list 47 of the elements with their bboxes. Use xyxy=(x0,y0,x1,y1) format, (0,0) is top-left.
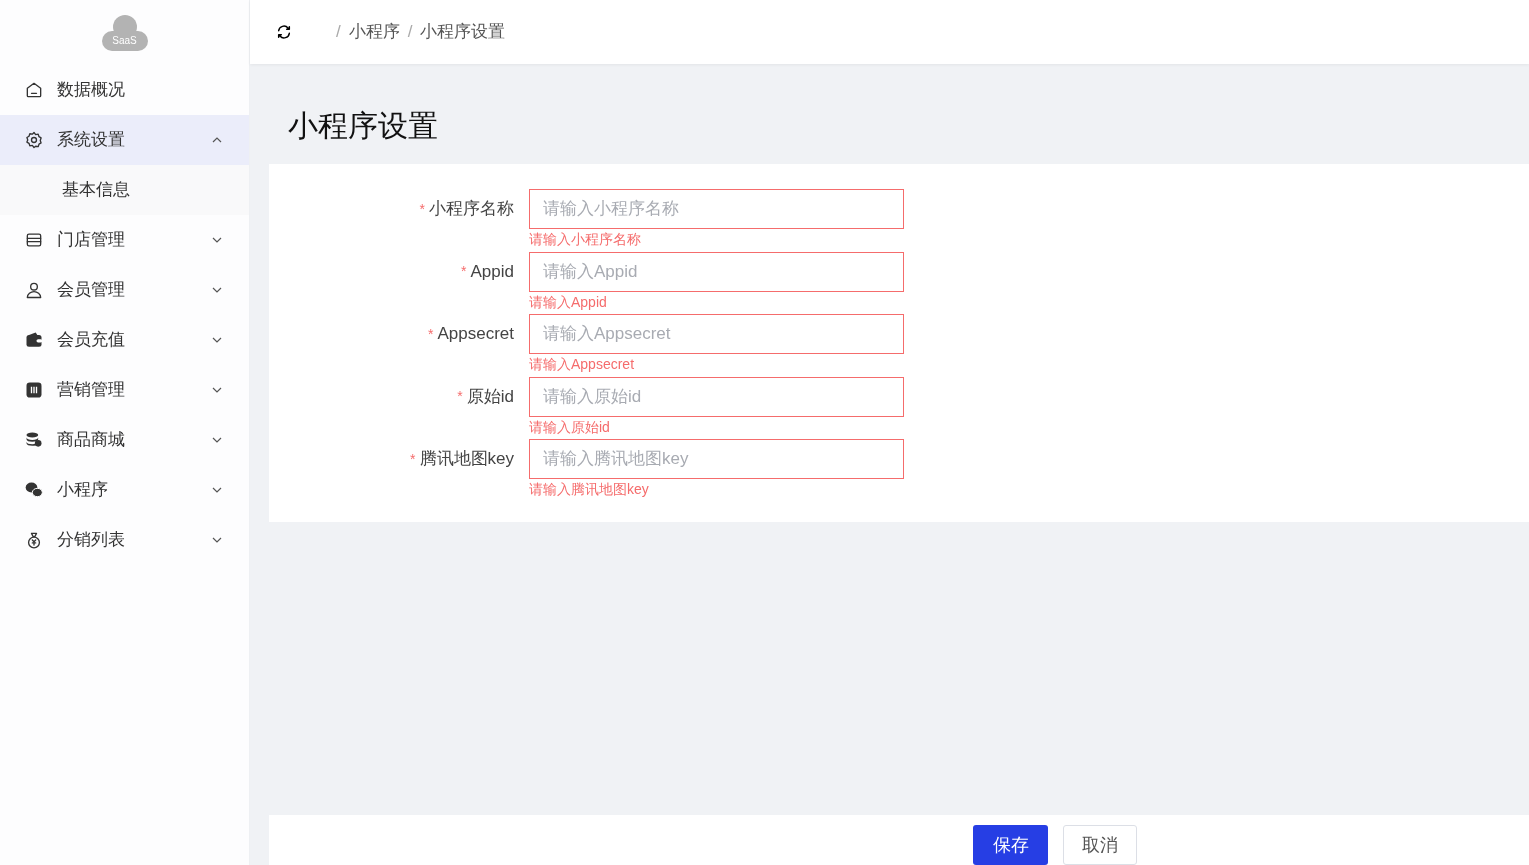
page-title: 小程序设置 xyxy=(288,108,439,144)
cloud-logo-icon xyxy=(100,14,149,51)
breadcrumb-item[interactable]: 小程序 xyxy=(348,19,400,45)
submenu-item[interactable]: 基本信息 xyxy=(0,165,249,215)
input-field[interactable]: 请输入Appsecret xyxy=(529,314,904,354)
coins-icon xyxy=(24,430,44,450)
error-message: 请输入腾讯地图key xyxy=(529,480,650,499)
settings-icon xyxy=(24,130,44,150)
required-asterisk: * xyxy=(461,262,467,281)
save-button[interactable]: 保存 xyxy=(973,825,1048,865)
user-icon xyxy=(24,280,44,300)
required-asterisk: * xyxy=(419,199,425,219)
input-field[interactable]: 请输入Appid xyxy=(529,251,904,292)
menu-item[interactable]: 营销管理 xyxy=(0,365,249,415)
breadcrumb-separator: / xyxy=(407,21,413,44)
menu-item[interactable]: 小程序 xyxy=(0,465,249,515)
required-asterisk: * xyxy=(410,449,416,469)
menu-item[interactable]: 会员充值 xyxy=(0,315,249,365)
refresh-icon[interactable] xyxy=(276,24,292,40)
input-field[interactable]: 请输入原始id xyxy=(529,376,904,417)
menu-item[interactable]: 门店管理 xyxy=(0,215,249,265)
menu-item[interactable]: 会员管理 xyxy=(0,265,249,315)
field-label: 小程序名称 xyxy=(429,198,514,221)
field-label: 腾讯地图key xyxy=(419,448,514,471)
menu-item[interactable]: 商品商城 xyxy=(0,415,249,465)
input-field[interactable]: 请输入腾讯地图key xyxy=(529,439,904,479)
home-icon xyxy=(24,80,44,100)
menu-item[interactable]: 系统设置 xyxy=(0,115,249,165)
error-message: 请输入Appid xyxy=(529,292,608,312)
input-field[interactable]: 请输入小程序名称 xyxy=(529,189,904,229)
field-label: Appid xyxy=(470,260,514,283)
breadcrumb-item[interactable]: 小程序设置 xyxy=(420,19,506,45)
required-asterisk: * xyxy=(428,324,434,344)
field-label: 原始id xyxy=(466,385,514,408)
error-message: 请输入Appsecret xyxy=(529,355,636,374)
error-message: 请输入原始id xyxy=(529,417,611,437)
menu-item[interactable]: 分销列表 xyxy=(0,515,249,565)
wallet-icon xyxy=(24,330,44,350)
bars-icon xyxy=(24,380,44,400)
logo-text: SaaS xyxy=(112,34,137,48)
menu-item[interactable]: 数据概况 xyxy=(0,65,249,115)
breadcrumb-separator: / xyxy=(336,21,341,44)
required-asterisk: * xyxy=(457,387,463,406)
chat-bubbles-icon xyxy=(24,480,44,500)
cancel-button[interactable]: 取消 xyxy=(1063,825,1137,865)
error-message: 请输入小程序名称 xyxy=(529,230,642,249)
field-label: Appsecret xyxy=(437,323,514,346)
